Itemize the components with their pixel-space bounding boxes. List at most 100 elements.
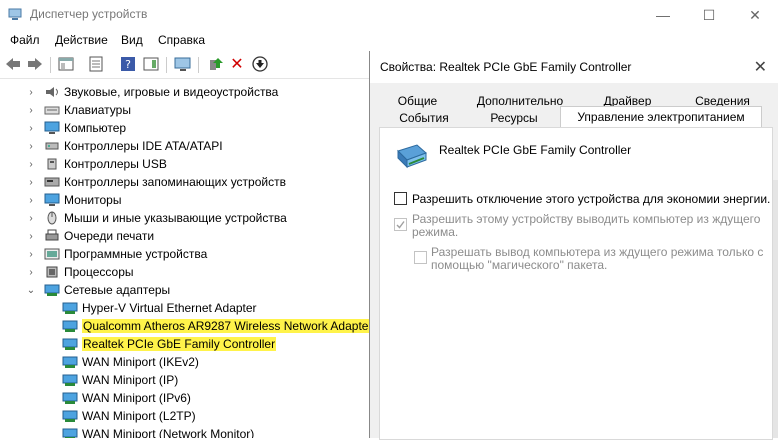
network-adapter-icon	[62, 301, 78, 315]
tab-general[interactable]: Общие	[380, 93, 455, 109]
tree-category[interactable]: › Мониторы	[26, 191, 121, 209]
chevron-right-icon[interactable]: ›	[26, 231, 36, 242]
update-driver-button[interactable]	[206, 55, 224, 73]
action-pane-button[interactable]	[142, 55, 160, 73]
usb-icon	[44, 157, 60, 171]
tree-category-label: Программные устройства	[64, 247, 208, 261]
network-adapter-icon	[62, 427, 78, 438]
tree-device-label: WAN Miniport (L2TP)	[82, 409, 196, 423]
tree-category[interactable]: › Очереди печати	[26, 227, 154, 245]
tree-category[interactable]: › Контроллеры запоминающих устройств	[26, 173, 286, 191]
disable-device-button[interactable]	[251, 55, 269, 73]
menu-bar: Файл Действие Вид Справка	[0, 30, 778, 50]
device-name: Realtek PCIe GbE Family Controller	[439, 143, 632, 157]
tree-device-label: WAN Miniport (IP)	[82, 373, 179, 387]
tree-device-label: Hyper-V Virtual Ethernet Adapter	[82, 301, 257, 315]
dialog-title-bar: Свойства: Realtek PCIe GbE Family Contro…	[370, 51, 778, 83]
tree-device-item[interactable]: WAN Miniport (IKEv2)	[62, 353, 199, 371]
chevron-right-icon[interactable]: ›	[26, 213, 36, 224]
tree-device-item[interactable]: Qualcomm Atheros AR9287 Wireless Network…	[62, 317, 370, 335]
tree-device-item[interactable]: Realtek PCIe GbE Family Controller	[62, 335, 277, 353]
chevron-right-icon[interactable]: ›	[26, 87, 36, 98]
uninstall-device-button[interactable]: ✕	[228, 55, 246, 73]
storage-controller-icon	[44, 175, 60, 189]
red-x-icon: ✕	[230, 56, 244, 73]
chevron-right-icon[interactable]: ›	[26, 177, 36, 188]
tree-category[interactable]: › Процессоры	[26, 263, 134, 281]
tree-category[interactable]: › Контроллеры IDE ATA/ATAPI	[26, 137, 222, 155]
allow-power-off-checkbox[interactable]	[394, 192, 407, 205]
tree-category-label: Процессоры	[64, 265, 134, 279]
dialog-scrollbar[interactable]	[773, 180, 778, 438]
maximize-button[interactable]: ☐	[686, 0, 732, 30]
allow-wake-checkbox[interactable]	[394, 218, 407, 231]
maximize-icon: ☐	[702, 6, 716, 23]
toolbar-separator	[198, 57, 199, 73]
scan-hardware-button[interactable]	[174, 55, 192, 73]
tree-category[interactable]: › Программные устройства	[26, 245, 207, 263]
forward-arrow-icon	[28, 58, 42, 70]
show-hide-tree-button[interactable]	[57, 55, 75, 73]
tab-advanced[interactable]: Дополнительно	[465, 93, 575, 109]
chevron-right-icon[interactable]: ›	[26, 195, 36, 206]
mouse-icon	[44, 211, 60, 225]
properties-icon	[89, 56, 103, 72]
chevron-right-icon[interactable]: ›	[26, 267, 36, 278]
toolbar-separator	[50, 57, 51, 73]
chevron-down-icon[interactable]: ⌄	[26, 285, 36, 296]
tree-device-label: WAN Miniport (Network Monitor)	[82, 427, 255, 438]
menu-file[interactable]: Файл	[10, 33, 40, 47]
processor-icon	[44, 265, 60, 279]
chevron-right-icon[interactable]: ›	[26, 123, 36, 134]
help-button[interactable]: ?	[119, 55, 137, 73]
chevron-right-icon[interactable]: ›	[26, 105, 36, 116]
magic-packet-checkbox[interactable]	[414, 251, 427, 264]
tree-category-label: Звуковые, игровые и видеоустройства	[64, 85, 279, 99]
tree-device-item[interactable]: Hyper-V Virtual Ethernet Adapter	[62, 299, 257, 317]
properties-dialog: Свойства: Realtek PCIe GbE Family Contro…	[369, 51, 778, 440]
tab-resources[interactable]: Ресурсы	[470, 110, 558, 126]
tree-category[interactable]: › Клавиатуры	[26, 101, 131, 119]
dialog-close-button[interactable]: ✕	[754, 57, 767, 77]
chevron-right-icon[interactable]: ›	[26, 159, 36, 170]
tree-category[interactable]: ⌄ Сетевые адаптеры	[26, 281, 170, 299]
network-adapter-icon	[44, 283, 60, 297]
back-button[interactable]	[4, 55, 22, 73]
tree-device-item[interactable]: WAN Miniport (L2TP)	[62, 407, 196, 425]
forward-button[interactable]	[26, 55, 44, 73]
tree-category[interactable]: › Мыши и иные указывающие устройства	[26, 209, 287, 227]
tree-category[interactable]: › Контроллеры USB	[26, 155, 167, 173]
speaker-icon	[44, 85, 60, 99]
properties-button[interactable]	[87, 55, 105, 73]
tab-power-management[interactable]: Управление электропитанием	[560, 106, 762, 128]
menu-view[interactable]: Вид	[121, 33, 143, 47]
tree-device-item[interactable]: WAN Miniport (IPv6)	[62, 389, 191, 407]
tree-category-label: Мыши и иные указывающие устройства	[64, 211, 287, 225]
minimize-button[interactable]: —	[640, 0, 686, 30]
chevron-right-icon[interactable]: ›	[26, 141, 36, 152]
close-icon: ✕	[749, 6, 761, 23]
tree-device-item[interactable]: WAN Miniport (IP)	[62, 371, 178, 389]
tree-device-item[interactable]: WAN Miniport (Network Monitor)	[62, 425, 254, 438]
checkmark-icon	[396, 221, 405, 229]
menu-action[interactable]: Действие	[55, 33, 108, 47]
network-adapter-icon	[62, 355, 78, 369]
allow-power-off-label: Разрешить отключение этого устройства дл…	[412, 192, 771, 206]
scan-monitor-icon	[174, 57, 191, 71]
tree-category-label: Очереди печати	[64, 229, 155, 243]
tree-category[interactable]: › Звуковые, игровые и видеоустройства	[26, 83, 278, 101]
tree-category-label: Мониторы	[64, 193, 122, 207]
close-button[interactable]: ✕	[732, 0, 778, 30]
tree-category-label: Контроллеры запоминающих устройств	[64, 175, 286, 189]
tree-device-label: WAN Miniport (IKEv2)	[82, 355, 199, 369]
chevron-right-icon[interactable]: ›	[26, 249, 36, 260]
menu-help[interactable]: Справка	[158, 33, 205, 47]
allow-wake-label-line1: Разрешить этому устройству выводить комп…	[412, 212, 761, 226]
window-title: Диспетчер устройств	[30, 7, 148, 21]
svg-text:?: ?	[125, 58, 131, 71]
device-tree[interactable]: › Звуковые, игровые и видеоустройства › Кла…	[0, 80, 370, 438]
network-adapter-icon	[62, 409, 78, 423]
tab-events[interactable]: События	[380, 110, 468, 126]
tree-category[interactable]: › Компьютер	[26, 119, 126, 137]
magic-packet-label-line2: помощью "магического" пакета.	[431, 258, 608, 272]
